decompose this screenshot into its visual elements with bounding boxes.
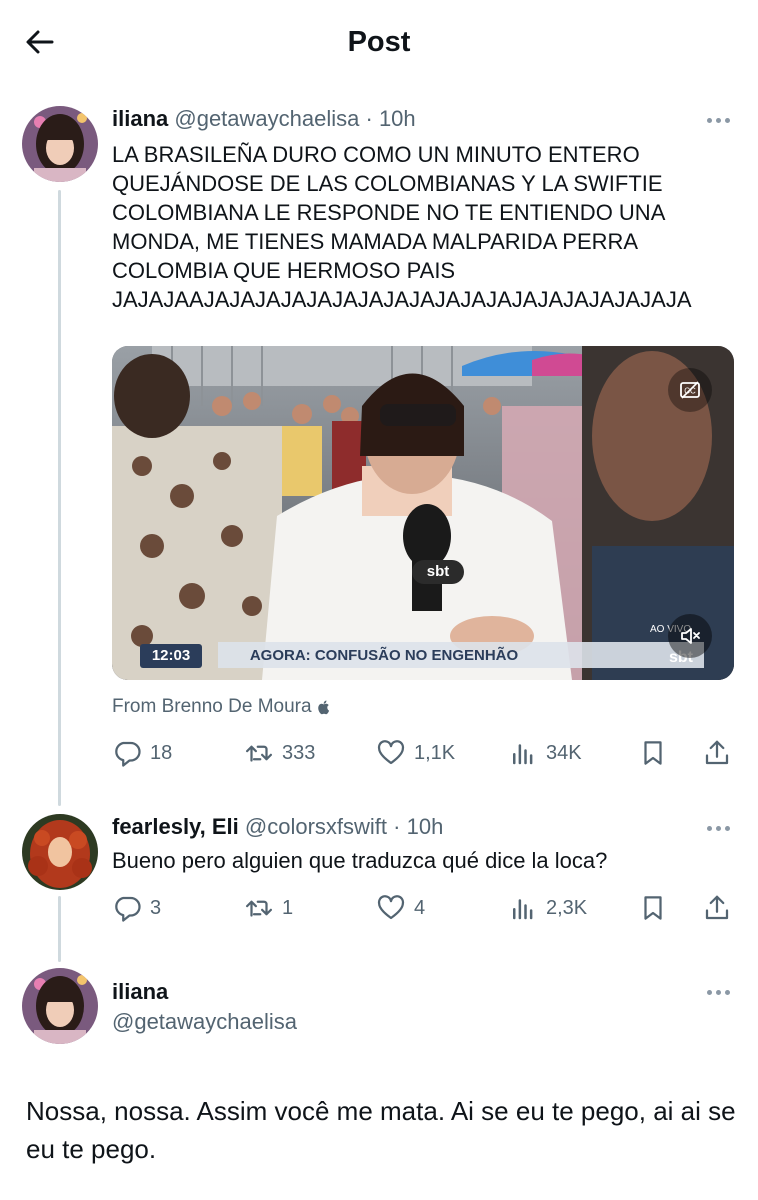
repost-button[interactable]: 333 [244, 736, 315, 770]
share-icon [705, 740, 729, 765]
bookmark-icon [644, 741, 662, 765]
view-count: 2,3K [546, 896, 588, 919]
like-count: 1,1K [414, 741, 456, 764]
reply-icon [115, 741, 141, 767]
more-dot [715, 825, 721, 831]
video-chyron: AGORA: CONFUSÃO NO ENGENHÃO [249, 647, 519, 664]
video-player[interactable]: 12:03 AGORA: CONFUSÃO NO ENGENHÃO sbt sb… [112, 346, 734, 680]
views-button[interactable]: 2,3K [508, 891, 587, 925]
views-button[interactable]: 34K [508, 736, 582, 770]
repost-icon [246, 900, 272, 917]
more-dot [724, 117, 730, 123]
avatar-fearlesly[interactable] [22, 814, 98, 890]
author-name[interactable]: iliana [112, 978, 168, 1006]
page-title: Post [347, 26, 411, 58]
repost-icon [246, 745, 272, 762]
tweet-text: LA BRASILEÑA DURO COMO UN MINUTO ENTERO … [112, 142, 692, 312]
source-line: From Brenno De Moura [112, 696, 331, 718]
author-handle[interactable]: @colorsxfswift [245, 814, 387, 839]
reply-button[interactable]: 3 [112, 891, 161, 925]
heart-icon [377, 895, 405, 920]
avatar-iliana[interactable] [22, 968, 98, 1044]
source-text: From Brenno De Moura [112, 696, 312, 717]
more-dot [724, 825, 730, 831]
tweet-meta: fearlesly, Eli @colorsxfswift · 10h [112, 813, 443, 841]
heart-icon [377, 740, 405, 765]
tweet-meta: iliana @getawaychaelisa · 10h [112, 105, 416, 133]
repost-count: 333 [282, 741, 316, 764]
analytics-icon [513, 899, 533, 920]
thread-line [58, 896, 61, 962]
more-dot [715, 117, 721, 123]
more-dot [706, 989, 712, 995]
like-button[interactable]: 4 [376, 891, 425, 925]
more-options-button[interactable] [698, 108, 738, 132]
bookmark-button[interactable] [638, 736, 668, 770]
more-dot [724, 989, 730, 995]
repost-button[interactable]: 1 [244, 891, 293, 925]
reply-count: 18 [150, 741, 173, 764]
share-button[interactable] [702, 891, 732, 925]
author-name[interactable]: fearlesly, Eli [112, 814, 239, 839]
analytics-icon [513, 744, 533, 765]
reply-count: 3 [150, 896, 162, 919]
avatar-iliana[interactable] [22, 106, 98, 182]
tweet-text: Bueno pero alguien que traduzca qué dice… [112, 848, 608, 873]
post-time[interactable]: · 10h [366, 106, 416, 131]
post-time[interactable]: · 10h [393, 814, 443, 839]
like-count: 4 [414, 896, 426, 919]
captions-button[interactable]: CC [668, 368, 712, 412]
more-dot [706, 825, 712, 831]
action-bar: 18 333 1,1K 34K [112, 736, 734, 770]
apple-icon [317, 700, 329, 715]
repost-count: 1 [282, 896, 294, 919]
mic-logo: sbt [412, 560, 464, 584]
mute-button[interactable] [668, 614, 712, 658]
more-options-button[interactable] [698, 816, 738, 840]
author-handle[interactable]: @getawaychaelisa [174, 106, 359, 131]
bookmark-icon [644, 896, 662, 920]
more-dot [706, 117, 712, 123]
reply-button[interactable]: 18 [112, 736, 172, 770]
bookmark-button[interactable] [638, 891, 668, 925]
thread-line [58, 190, 61, 806]
share-icon [705, 895, 729, 920]
action-bar: 3 1 4 2,3K [112, 891, 734, 925]
top-bar: Post [0, 0, 758, 86]
reply-icon [115, 896, 141, 922]
view-count: 34K [546, 741, 582, 764]
tweet-text: Nossa, nossa. Assim você me mata. Ai se … [26, 1096, 736, 1164]
author-name[interactable]: iliana [112, 106, 168, 131]
more-options-button[interactable] [698, 980, 738, 1004]
more-dot [715, 989, 721, 995]
video-timestamp: 12:03 [151, 647, 191, 664]
video-frame [112, 346, 734, 680]
closed-captions-icon: CC [680, 381, 700, 399]
speaker-muted-icon [681, 628, 700, 644]
author-handle[interactable]: @getawaychaelisa [112, 1008, 297, 1036]
share-button[interactable] [702, 736, 732, 770]
like-button[interactable]: 1,1K [376, 736, 455, 770]
